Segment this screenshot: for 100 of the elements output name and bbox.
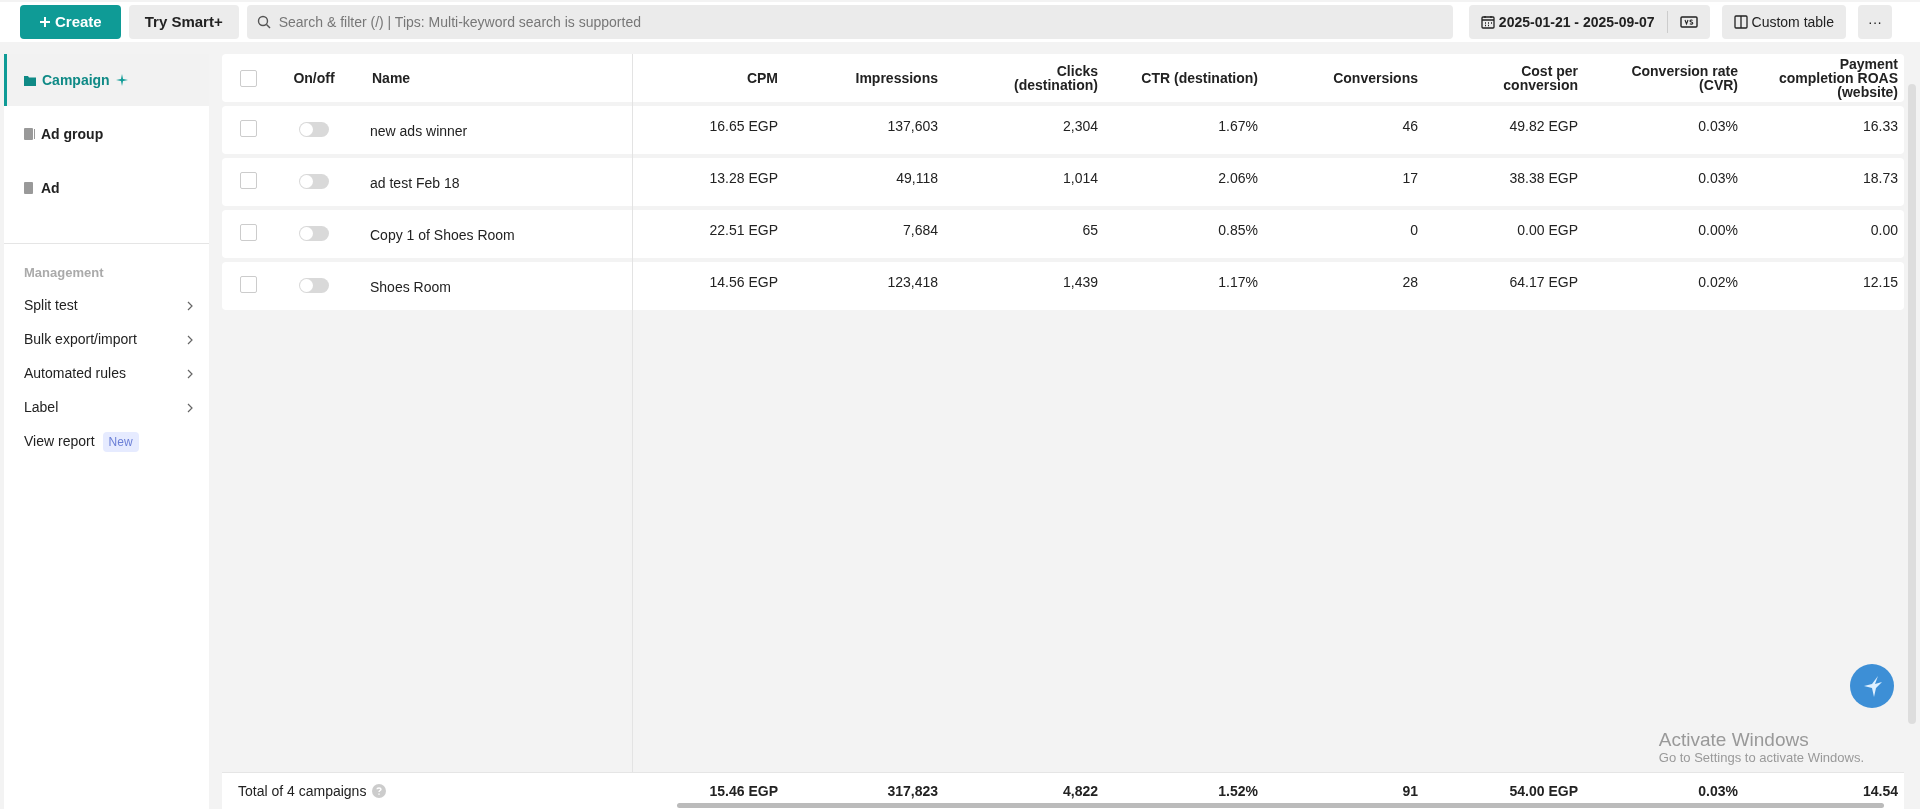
totals-label: Total of 4 campaigns (238, 781, 367, 801)
level-tab[interactable]: Ad group (4, 106, 209, 162)
table-cell-text: 0.85% (1218, 221, 1258, 240)
table-cell-text: 0.02% (1698, 273, 1738, 292)
table-cell-text: 64.17 EGP (1509, 273, 1578, 292)
table-cell-text: 137,603 (887, 117, 938, 136)
table-row[interactable]: new ads winner 16.65 EGP 137,603 2,304 1.67% 46 49.82 EGP 0.03% 16.33 (222, 106, 1904, 154)
total-cell-text: 4,822 (1062, 781, 1098, 801)
total-cell-text: 54.00 EGP (1509, 781, 1578, 801)
table-cell-text: 0.03% (1698, 169, 1738, 188)
chevron-right-icon (187, 368, 193, 379)
help-icon (372, 784, 387, 798)
campaign-name[interactable]: ad test Feb 18 (370, 175, 460, 191)
total-cell-text: 91 (1402, 781, 1418, 801)
level-tab[interactable]: Campaign (4, 54, 209, 106)
column-header[interactable]: Conversions (1333, 71, 1418, 85)
column-header[interactable]: Impressions (855, 71, 938, 85)
menu-label: Split test (24, 296, 78, 315)
menu-item[interactable]: Split test (4, 288, 209, 323)
table-cell-text: 2,304 (1062, 117, 1098, 136)
menu-label: Label (24, 398, 59, 417)
search-icon (256, 15, 271, 29)
table-cell-text: 22.51 EGP (709, 221, 778, 240)
table-cell-text: 13.28 EGP (709, 169, 778, 188)
level-label: Ad (41, 178, 60, 198)
table-row[interactable]: Shoes Room 14.56 EGP 123,418 1,439 1.17% 28 64.17 EGP 0.02% 12.15 (222, 262, 1904, 310)
menu-item[interactable]: Label (4, 390, 209, 425)
table-cell-text: 0.00 EGP (1517, 221, 1578, 240)
menu-item[interactable]: Automated rules (4, 356, 209, 391)
table-cell-text: 46 (1402, 117, 1418, 136)
more-button[interactable]: ··· (1858, 5, 1892, 39)
toggle-switch[interactable] (299, 174, 329, 189)
menu-label: Bulk export/import (24, 330, 137, 349)
section-title: Management (23, 264, 105, 282)
checkbox[interactable] (239, 172, 257, 189)
try-smart-button[interactable]: Try Smart+ (128, 5, 239, 39)
campaign-name[interactable]: Shoes Room (370, 279, 451, 295)
column-header[interactable]: On/off (293, 71, 335, 85)
checkbox[interactable] (239, 276, 257, 293)
plus-icon (39, 16, 51, 28)
chevron-right-icon (187, 300, 193, 311)
column-header[interactable]: Clicks (destination) (973, 64, 1098, 92)
column-header[interactable]: Payment completion ROAS (website) (1773, 57, 1898, 99)
table-row[interactable]: ad test Feb 18 13.28 EGP 49,118 1,014 2.06% 17 38.38 EGP 0.03% 18.73 (222, 158, 1904, 206)
total-cell-text: 1.52% (1218, 781, 1258, 801)
assistant-button[interactable] (1850, 664, 1894, 708)
toggle-switch[interactable] (299, 122, 329, 137)
table-cell-text: 18.73 (1862, 169, 1898, 188)
total-cell-text: 15.46 EGP (709, 781, 778, 801)
table-cell-text: 2.06% (1218, 169, 1258, 188)
toggle-switch[interactable] (299, 278, 329, 293)
table-cell-text: 49.82 EGP (1509, 117, 1578, 136)
menu-item[interactable]: View report New (4, 424, 209, 459)
menu-label: View report (24, 432, 95, 451)
calendar-icon (1480, 15, 1495, 29)
table-cell-text: 16.65 EGP (709, 117, 778, 136)
table-cell-text: 17 (1402, 169, 1418, 188)
table-cell-text: 65 (1082, 221, 1098, 240)
column-header[interactable]: CTR (destination) (1141, 71, 1258, 85)
checkbox[interactable] (239, 120, 257, 137)
table-cell-text: 12.15 (1862, 273, 1898, 292)
table-cell-text: 1.67% (1218, 117, 1258, 136)
campaign-name[interactable]: Copy 1 of Shoes Room (370, 227, 515, 243)
document-icon (24, 182, 35, 194)
compare-icon (1679, 16, 1698, 28)
chevron-right-icon (187, 402, 193, 413)
table-cell-text: 38.38 EGP (1509, 169, 1578, 188)
table-cell-text: 1,439 (1062, 273, 1098, 292)
search-input[interactable]: Search & filter (/) | Tips: Multi-keyword search is supported (278, 11, 1443, 33)
campaign-name[interactable]: new ads winner (370, 123, 468, 139)
toggle-switch[interactable] (299, 226, 329, 241)
table-cell-text: 0.00% (1698, 221, 1738, 240)
checkbox[interactable] (239, 69, 257, 87)
total-cell-text: 14.54 (1862, 781, 1898, 801)
menu-item[interactable]: Bulk export/import (4, 322, 209, 357)
column-header[interactable]: Cost per conversion (1453, 64, 1578, 92)
custom-table-button[interactable]: Custom table (1721, 5, 1846, 39)
table-cell-text: 0.03% (1698, 117, 1738, 136)
date-range-button[interactable]: 2025-01-21 - 2025-09-07 (1468, 5, 1667, 39)
table-row[interactable]: Copy 1 of Shoes Room 22.51 EGP 7,684 65 0.85% 0 0.00 EGP 0.00% 0.00 (222, 210, 1904, 258)
column-header[interactable]: CPM (746, 71, 778, 85)
activation-title: Activate Windows (1658, 729, 1810, 751)
table-cell-text: 1,014 (1062, 169, 1098, 188)
folder-icon (24, 74, 36, 86)
checkbox[interactable] (239, 224, 257, 241)
table-cell-text: 28 (1402, 273, 1418, 292)
column-header[interactable]: Conversion rate (CVR) (1613, 64, 1738, 92)
level-label: Campaign (42, 70, 110, 90)
table-cell-text: 1.17% (1218, 273, 1258, 292)
table-cell-text: 16.33 (1862, 117, 1898, 136)
level-tab[interactable]: Ad (4, 162, 209, 214)
level-label: Ad group (41, 124, 104, 144)
table-cell-text: 0.00 (1870, 221, 1898, 240)
table-cell-text: 49,118 (896, 169, 938, 188)
horizontal-scrollbar[interactable] (677, 803, 1884, 808)
table-cell-text: 123,418 (887, 273, 938, 292)
search-field[interactable]: Search & filter (/) | Tips: Multi-keyword search is supported (246, 5, 1453, 39)
column-header[interactable]: Name (372, 71, 411, 85)
stacked-document-icon (24, 128, 35, 140)
total-cell-text: 317,823 (887, 781, 938, 801)
